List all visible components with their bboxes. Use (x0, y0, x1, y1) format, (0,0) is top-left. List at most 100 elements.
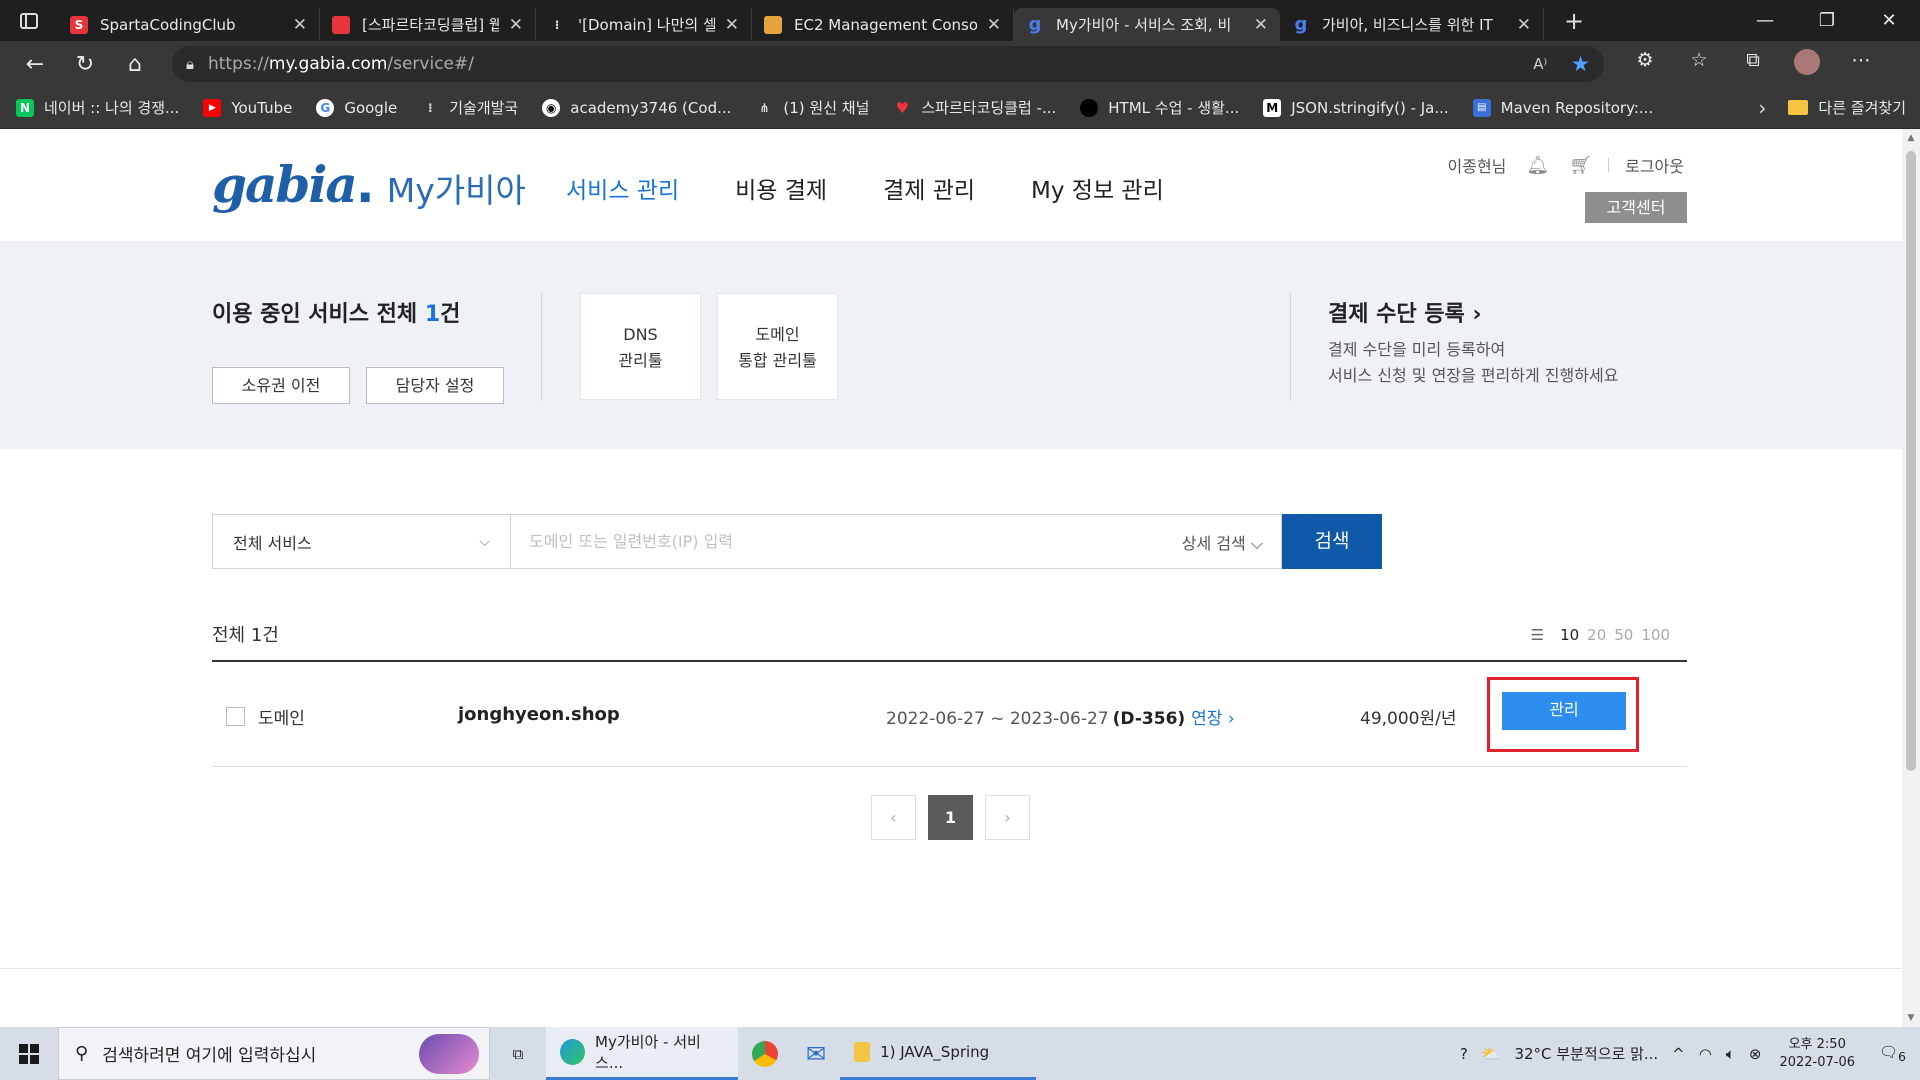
close-icon[interactable]: ✕ (509, 15, 523, 35)
scroll-up-icon[interactable]: ▲ (1906, 133, 1916, 143)
customer-center-button[interactable]: 고객센터 (1585, 192, 1687, 223)
gabia-logo[interactable]: gabia. My가비아 (212, 155, 526, 214)
next-page-button[interactable]: › (985, 795, 1030, 840)
page-size-20[interactable]: 20 (1587, 626, 1606, 644)
home-icon[interactable]: ⌂ (110, 52, 160, 77)
system-tray: ? ⛅ 32°C 부분적으로 맑... ^ ◠ 🔈︎ ⊗ 오후 2:50 2022… (1446, 1036, 1920, 1072)
windows-start-icon[interactable] (0, 1027, 58, 1080)
ownership-transfer-button[interactable]: 소유권 이전 (212, 367, 350, 404)
user-name[interactable]: 이종현님 (1448, 153, 1507, 177)
page-size-50[interactable]: 50 (1614, 626, 1633, 644)
cart-icon[interactable]: 🛒︎ (1569, 155, 1592, 176)
dns-tool-card[interactable]: DNS 관리툴 (580, 293, 701, 400)
close-icon[interactable]: ✕ (293, 15, 307, 35)
list-lines-icon: ☰ (1530, 626, 1545, 644)
bell-icon[interactable]: 🔔︎ (1526, 155, 1549, 176)
refresh-icon[interactable]: ↻ (60, 52, 110, 77)
restore-icon[interactable]: ❐ (1796, 10, 1858, 31)
read-aloud-icon[interactable]: A⁾ (1533, 55, 1547, 73)
page-scrollbar[interactable]: ▲ ▼ (1902, 129, 1920, 1027)
new-tab-icon[interactable]: + (1552, 7, 1596, 35)
nav-my-info[interactable]: My 정보 관리 (1031, 171, 1164, 205)
profile-avatar[interactable] (1780, 48, 1834, 80)
manage-button[interactable]: 관리 (1502, 692, 1626, 730)
page-size-100[interactable]: 100 (1641, 626, 1670, 644)
tab-ec2-console[interactable]: EC2 Management Console ✕ (752, 8, 1014, 41)
bookmark-maven[interactable]: ▤ Maven Repository:... (1472, 98, 1653, 117)
task-view-icon[interactable]: ⧉ (490, 1027, 546, 1080)
divider (1290, 293, 1291, 401)
tab-sparta-webdev[interactable]: [스파르타코딩클럽] 웹개발 ✕ (320, 8, 536, 41)
prev-page-button[interactable]: ‹ (871, 795, 916, 840)
bookmark-youtube[interactable]: ▶ YouTube (203, 98, 292, 117)
chevron-up-icon[interactable]: ^ (1672, 1045, 1685, 1063)
url-field[interactable]: 🔒︎ https:// my.gabia.com /service#/ A⁾ ★ (172, 46, 1604, 82)
nav-payment-manage[interactable]: 결제 관리 (883, 171, 975, 205)
page-size-options: ☰ 10 20 50 100 (1523, 626, 1670, 644)
bookmark-genshin[interactable]: ⋔ (1) 원신 채널 (755, 97, 869, 118)
scroll-down-icon[interactable]: ▼ (1906, 1013, 1916, 1023)
tab-actions-icon[interactable] (0, 0, 58, 41)
bookmark-html-class[interactable]: HTML 수업 - 생활... (1080, 97, 1239, 118)
nav-billing[interactable]: 비용 결제 (735, 171, 827, 205)
network-icon[interactable]: ◠ (1699, 1045, 1712, 1063)
pagination: ‹ 1 › (871, 795, 1042, 840)
collections-icon[interactable]: ⧉ (1726, 49, 1780, 80)
manager-setting-button[interactable]: 담당자 설정 (366, 367, 504, 404)
bookmark-naver[interactable]: N 네이버 :: 나의 경쟁... (16, 97, 179, 118)
domain-name[interactable]: jonghyeon.shop (458, 704, 620, 725)
row-checkbox[interactable] (226, 707, 245, 726)
volume-icon[interactable]: 🔈︎ (1726, 1045, 1735, 1063)
logout-link[interactable]: 로그아웃 (1625, 153, 1684, 177)
back-icon[interactable]: ← (10, 52, 60, 77)
bookmark-sparta[interactable]: ♥ 스파르타코딩클럽 -... (893, 97, 1057, 118)
minimize-icon[interactable]: — (1734, 10, 1796, 31)
favorites-icon[interactable]: ☆ (1672, 49, 1726, 80)
scroll-thumb[interactable] (1906, 151, 1916, 771)
taskbar-chrome[interactable] (738, 1027, 792, 1080)
bookmark-tech[interactable]: ⁝ 기술개발국 (421, 97, 518, 118)
page-size-10[interactable]: 10 (1560, 626, 1579, 644)
renew-link[interactable]: 연장 › (1191, 709, 1234, 729)
extensions-icon[interactable]: ⚙ (1618, 49, 1672, 80)
close-window-icon[interactable]: ✕ (1858, 10, 1920, 31)
weather-text[interactable]: 32°C 부분적으로 맑... (1514, 1043, 1658, 1064)
domain-tool-card[interactable]: 도메인 통합 관리툴 (717, 293, 838, 400)
footer-divider (0, 968, 1902, 969)
bookmark-other-folder[interactable]: 다른 즐겨찾기 (1788, 97, 1906, 118)
close-icon[interactable]: ✕ (1517, 15, 1531, 35)
ime-icon[interactable]: ⊗ (1749, 1045, 1762, 1063)
more-icon[interactable]: ⋯ (1834, 49, 1888, 80)
close-icon[interactable]: ✕ (725, 15, 739, 35)
folder-icon (854, 1042, 871, 1062)
window-controls: — ❐ ✕ (1734, 10, 1920, 31)
tab-spartacodingclub[interactable]: S SpartaCodingClub ✕ (58, 8, 320, 41)
search-input[interactable] (529, 532, 1172, 551)
close-icon[interactable]: ✕ (1254, 15, 1268, 35)
nav-service-manage[interactable]: 서비스 관리 (566, 171, 679, 205)
site-header: gabia. My가비아 서비스 관리 비용 결제 결제 관리 My 정보 관리… (0, 129, 1902, 241)
favorite-star-icon[interactable]: ★ (1571, 52, 1590, 76)
clock[interactable]: 오후 2:50 2022-07-06 (1779, 1036, 1855, 1072)
bookmark-google[interactable]: G Google (316, 98, 397, 117)
chevron-right-icon[interactable]: › (1758, 96, 1766, 120)
notification-icon[interactable]: 🗨︎6 (1879, 1043, 1906, 1064)
tab-mygabia[interactable]: g My가비아 - 서비스 조회, 비 ✕ (1014, 8, 1280, 41)
tab-domain-selectshop[interactable]: ⁝ '[Domain] 나만의 셀렉샵 배 ✕ (536, 8, 752, 41)
close-icon[interactable]: ✕ (987, 15, 1001, 35)
search-button[interactable]: 검색 (1282, 514, 1382, 569)
taskbar-folder-window[interactable]: 1) JAVA_Spring (840, 1027, 1037, 1080)
taskbar-search[interactable]: ⚲ 검색하려면 여기에 입력하십시 (58, 1027, 490, 1080)
taskbar-mail[interactable]: ✉ (792, 1027, 840, 1080)
payment-method-link[interactable]: 결제 수단 등록 › (1328, 296, 1482, 328)
service-type-select[interactable]: 전체 서비스 ⌵ (212, 514, 511, 569)
tab-gabia-business[interactable]: g 가비아, 비즈니스를 위한 IT ✕ (1280, 8, 1544, 41)
bookmark-github[interactable]: ◉ academy3746 (Cod... (542, 98, 731, 117)
taskbar-edge-window[interactable]: My가비아 - 서비스... (546, 1027, 738, 1080)
help-icon[interactable]: ? (1460, 1045, 1468, 1063)
service-type: 도메인 (258, 709, 305, 729)
d-day-badge: (D-356) (1112, 709, 1186, 729)
advanced-search-toggle[interactable]: 상세 검색 ⌵ (1182, 530, 1263, 554)
bookmark-json-stringify[interactable]: M JSON.stringify() - Ja... (1263, 98, 1449, 117)
page-1-button[interactable]: 1 (928, 795, 973, 840)
